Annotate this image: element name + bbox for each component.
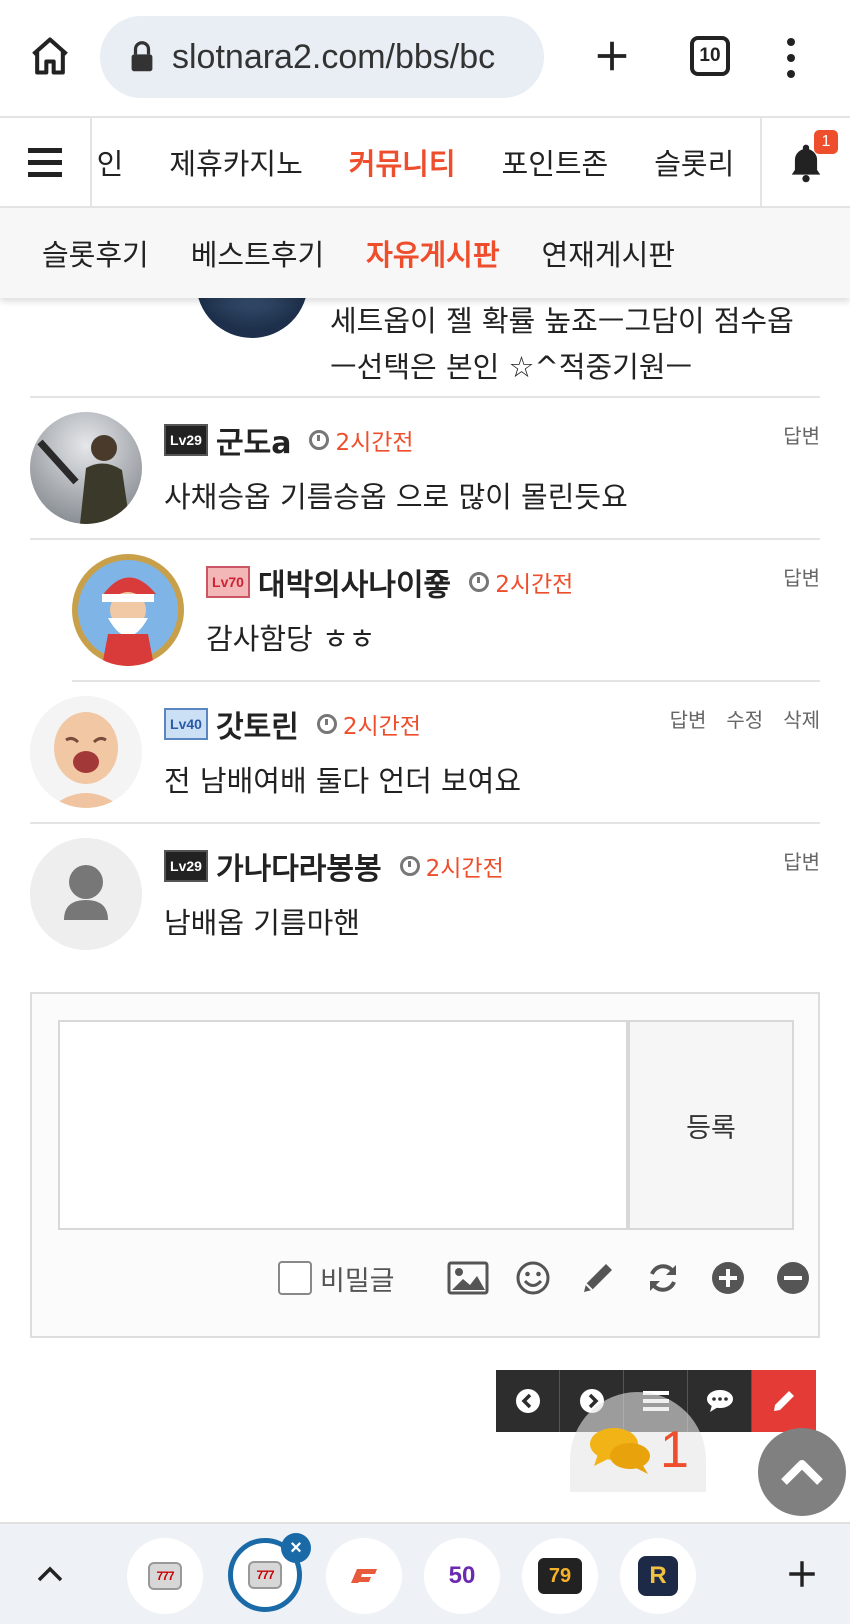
- avatar[interactable]: [30, 838, 142, 950]
- level-badge: Lv40: [164, 708, 208, 740]
- speech-bubble-icon: [706, 1390, 733, 1412]
- clock-icon: [399, 856, 420, 876]
- nav-item-point-zone[interactable]: 포인트존: [502, 141, 609, 183]
- tab-thumbnail[interactable]: [326, 1538, 402, 1614]
- clock-icon: [316, 714, 337, 734]
- home-icon[interactable]: [22, 28, 78, 84]
- chat-bubbles-icon: [590, 1428, 650, 1474]
- comment-textarea[interactable]: [58, 1020, 628, 1230]
- chevron-up-icon: [781, 1460, 823, 1485]
- secret-checkbox[interactable]: [278, 1261, 312, 1295]
- url-text: slotnara2.com/bbs/bc: [172, 37, 496, 76]
- sub-nav-serial-board[interactable]: 연재게시판: [542, 232, 675, 274]
- comment-text: 전 남배여배 둘다 언더 보여요: [164, 764, 522, 798]
- pencil-icon: [774, 1391, 794, 1411]
- lock-icon: [126, 37, 158, 77]
- close-tab-icon[interactable]: ×: [281, 1533, 311, 1563]
- tab-thumbnail[interactable]: 79: [522, 1538, 598, 1614]
- new-tab-icon[interactable]: [586, 30, 638, 82]
- comment-text: 감사함당 ㅎㅎ: [206, 622, 376, 656]
- clock-icon: [309, 430, 330, 450]
- reply-button[interactable]: 답변: [783, 846, 820, 875]
- default-user-icon: [30, 838, 142, 950]
- comment-item: 세트옵이 젤 확률 높죠ㅡ그담이 점수옵 ㅡ선택은 본인 ☆^적중기원ㅡ: [30, 238, 820, 398]
- level-badge: Lv70: [206, 566, 250, 598]
- comment-text: 남배옵 기름마핸: [164, 906, 360, 940]
- comment-button[interactable]: [688, 1370, 752, 1432]
- nav-item-community[interactable]: 커뮤니티: [349, 141, 456, 183]
- comment-nickname[interactable]: 대박의사나이죻: [258, 560, 451, 604]
- comment-time: 2시간전: [425, 856, 504, 882]
- minus-circle-icon[interactable]: [771, 1256, 815, 1300]
- scroll-top-button[interactable]: [758, 1428, 846, 1516]
- smile-icon[interactable]: [511, 1256, 555, 1300]
- nav-item-main[interactable]: 메인: [94, 141, 123, 183]
- tab-thumbnail[interactable]: 777: [127, 1538, 203, 1614]
- comment-form: 등록 비밀글: [30, 992, 820, 1338]
- avatar[interactable]: [30, 412, 142, 524]
- browser-toolbar: slotnara2.com/bbs/bc 10: [0, 0, 850, 116]
- sub-nav-slot-review[interactable]: 슬롯후기: [42, 232, 149, 274]
- comment-time: 2시간전: [335, 430, 414, 456]
- browser-menu-icon[interactable]: [776, 30, 806, 86]
- hamburger-menu-icon[interactable]: [0, 118, 92, 206]
- reply-button[interactable]: 답변: [670, 704, 707, 733]
- nav-item-slot[interactable]: 슬롯리: [654, 141, 734, 183]
- new-tab-icon[interactable]: [778, 1550, 826, 1598]
- board-sub-nav: 슬롯후기 베스트후기 자유게시판 연재게시판: [0, 208, 850, 298]
- chevron-left-icon: [515, 1389, 540, 1413]
- refresh-icon[interactable]: [641, 1256, 685, 1300]
- site-logo-icon: [351, 1569, 377, 1583]
- chat-widget[interactable]: 1: [588, 1420, 689, 1480]
- tab-switcher-button[interactable]: 10: [690, 36, 730, 76]
- chat-count: 1: [660, 1421, 689, 1479]
- plus-circle-icon[interactable]: [706, 1256, 750, 1300]
- level-badge: Lv29: [164, 850, 208, 882]
- image-icon[interactable]: [446, 1256, 490, 1300]
- comment-text: 사채승옵 기름승옵 으로 많이 몰린듯요: [164, 480, 628, 514]
- tab-thumbnail[interactable]: R: [620, 1538, 696, 1614]
- edit-button[interactable]: 수정: [726, 704, 763, 733]
- chevron-up-icon[interactable]: [30, 1554, 70, 1594]
- reply-button[interactable]: 답변: [783, 562, 820, 591]
- prev-post-button[interactable]: [496, 1370, 560, 1432]
- comment-nickname[interactable]: 군도a: [216, 418, 291, 462]
- site-logo-icon: 79: [538, 1558, 582, 1594]
- clock-icon: [469, 572, 490, 592]
- comment-item: Lv29 군도a 2시간전 답변 사채승옵 기름승옵 으로 많이 몰린듯요: [30, 398, 820, 540]
- write-button[interactable]: [752, 1370, 816, 1432]
- comment-nickname[interactable]: 갓토린: [216, 702, 299, 746]
- sub-nav-free-board[interactable]: 자유게시판: [366, 232, 499, 274]
- delete-button[interactable]: 삭제: [783, 704, 820, 733]
- tab-thumbnail-active[interactable]: 777 ×: [228, 1533, 311, 1612]
- comment-time: 2시간전: [342, 714, 421, 740]
- slot-machine-icon: 777: [148, 1562, 182, 1590]
- submit-button[interactable]: 등록: [628, 1020, 794, 1230]
- comment-item: Lv29 가나다라봉봉 2시간전 답변 남배옵 기름마핸: [30, 824, 820, 966]
- nav-item-partner-casino[interactable]: 제휴카지노: [169, 141, 302, 183]
- comment-item-reply: Lv70 대박의사나이죻 2시간전 답변 감사함당 ㅎㅎ: [72, 540, 820, 682]
- secret-label: 비밀글: [320, 1265, 395, 1297]
- address-bar[interactable]: slotnara2.com/bbs/bc: [100, 16, 544, 98]
- browser-tab-strip: 777 777 × 50 79 R: [0, 1522, 850, 1624]
- comment-nickname[interactable]: 가나다라봉봉: [216, 844, 382, 888]
- comment-item: Lv40 갓토린 2시간전 답변 수정 삭제 전 남배여배 둘다 언더 보여요: [30, 682, 820, 824]
- comment-text: 세트옵이 젤 확률 높죠ㅡ그담이 점수옵 ㅡ선택은 본인 ☆^적중기원ㅡ: [330, 304, 794, 384]
- avatar[interactable]: [72, 554, 184, 666]
- secret-toggle[interactable]: 비밀글: [278, 1259, 395, 1298]
- notification-badge: 1: [814, 130, 838, 154]
- notification-button[interactable]: 1: [760, 118, 850, 206]
- comment-list: 세트옵이 젤 확률 높죠ㅡ그담이 점수옵 ㅡ선택은 본인 ☆^적중기원ㅡ Lv2…: [0, 238, 850, 966]
- level-badge: Lv29: [164, 424, 208, 456]
- slot-machine-icon: 777: [248, 1561, 282, 1589]
- tab-thumbnail[interactable]: 50: [424, 1538, 500, 1614]
- reply-button[interactable]: 답변: [783, 420, 820, 449]
- pencil-icon[interactable]: [576, 1256, 620, 1300]
- site-logo-icon: R: [638, 1556, 678, 1596]
- sub-nav-best-review[interactable]: 베스트후기: [191, 232, 324, 274]
- main-nav-scroll[interactable]: 메인 제휴카지노 커뮤니티 포인트존 슬롯리: [94, 118, 760, 206]
- avatar[interactable]: [30, 696, 142, 808]
- site-main-nav: 메인 제휴카지노 커뮤니티 포인트존 슬롯리 1: [0, 116, 850, 208]
- comment-time: 2시간전: [495, 572, 574, 598]
